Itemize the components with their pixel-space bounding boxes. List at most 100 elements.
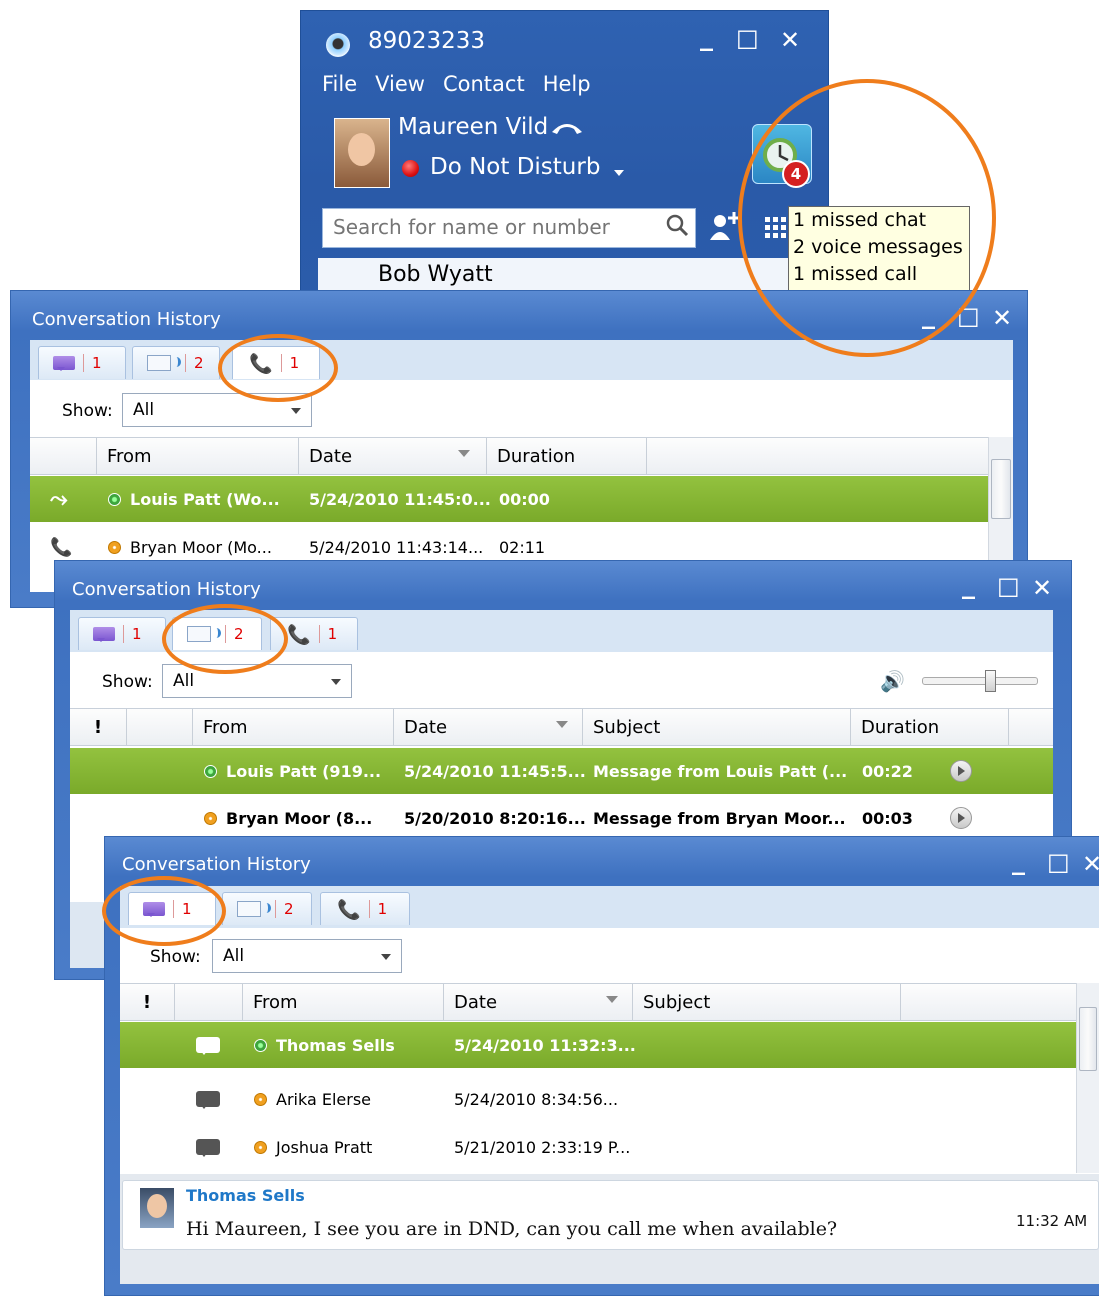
tooltip-missed-chat: 1 missed chat xyxy=(793,209,927,231)
chevron-down-icon xyxy=(331,679,341,690)
preview-message: Hi Maureen, I see you are in DND, can yo… xyxy=(186,1218,838,1240)
volume-icon: 🔊 xyxy=(880,669,905,693)
dnd-status-icon xyxy=(402,160,419,177)
column-from[interactable]: From xyxy=(242,984,443,1020)
show-filter-select[interactable]: All xyxy=(122,393,312,427)
presence-away-icon xyxy=(204,811,217,825)
menu-view[interactable]: View xyxy=(375,72,425,96)
column-duration[interactable]: Duration xyxy=(486,438,646,474)
sort-arrow-icon xyxy=(556,721,568,734)
show-filter-select[interactable]: All xyxy=(212,939,402,973)
user-name: Maureen Vild xyxy=(398,114,549,140)
chat-bubble-icon xyxy=(196,1139,220,1157)
avatar[interactable] xyxy=(334,118,390,188)
maximize-button[interactable]: □ xyxy=(736,24,759,52)
column-date[interactable]: Date xyxy=(443,984,632,1020)
column-importance[interactable]: ! xyxy=(70,709,126,745)
phone-icon: 📞 xyxy=(337,898,361,921)
presence-away-icon xyxy=(254,1140,267,1154)
tab-voicemail[interactable]: 2 xyxy=(172,617,262,650)
chevron-down-icon[interactable] xyxy=(614,170,624,181)
column-subject[interactable]: Subject xyxy=(582,709,850,745)
presence-available-icon xyxy=(108,492,121,506)
tab-calls[interactable]: 📞 1 xyxy=(320,892,410,925)
tab-voicemail[interactable]: 2 xyxy=(222,892,312,925)
chat-bubble-icon xyxy=(196,1091,220,1109)
table-row[interactable]: Arika Elerse 5/24/2010 8:34:56... xyxy=(120,1076,1076,1122)
menu-contact[interactable]: Contact xyxy=(443,72,525,96)
close-button[interactable]: ✕ xyxy=(1082,850,1099,878)
minimize-button[interactable]: _ xyxy=(962,570,975,600)
tab-calls[interactable]: 📞 1 xyxy=(270,617,358,650)
scrollbar[interactable] xyxy=(1076,983,1099,1173)
add-contact-icon[interactable] xyxy=(708,210,742,240)
contact-name: Bob Wyatt xyxy=(378,262,493,287)
tab-chats[interactable]: 1 xyxy=(38,346,126,379)
chat-bubble-icon xyxy=(196,1037,220,1055)
window-title: 89023233 xyxy=(368,28,486,54)
table-row[interactable]: Thomas Sells 5/24/2010 11:32:3... xyxy=(120,1022,1076,1068)
tab-voicemail[interactable]: 2 xyxy=(132,346,220,379)
slider-handle[interactable] xyxy=(985,670,996,692)
chat-table-header: ! From Date Subject xyxy=(120,983,1076,1021)
phone-icon: 📞 xyxy=(287,623,311,646)
minimize-button[interactable]: _ xyxy=(1012,846,1025,876)
chat-icon xyxy=(93,627,115,642)
maximize-button[interactable]: □ xyxy=(957,302,980,330)
notification-tooltip: 1 missed chat 2 voice messages 1 missed … xyxy=(788,206,970,292)
column-importance[interactable]: ! xyxy=(120,984,174,1020)
handset-icon xyxy=(552,124,582,134)
show-label: Show: xyxy=(150,947,201,967)
show-label: Show: xyxy=(62,401,113,421)
close-button[interactable]: ✕ xyxy=(992,304,1012,332)
maximize-button[interactable]: □ xyxy=(997,572,1020,600)
column-date[interactable]: Date xyxy=(393,709,582,745)
avatar xyxy=(140,1188,174,1228)
column-subject[interactable]: Subject xyxy=(632,984,900,1020)
volume-slider[interactable] xyxy=(922,670,1038,692)
tooltip-missed-call: 1 missed call xyxy=(793,263,918,285)
column-from[interactable]: From xyxy=(192,709,393,745)
close-button[interactable]: ✕ xyxy=(780,26,800,54)
minimize-button[interactable]: _ xyxy=(700,22,713,52)
table-row[interactable]: Louis Patt (919... 5/24/2010 11:45:5... … xyxy=(70,748,1053,794)
app-logo-icon xyxy=(326,33,350,57)
table-row[interactable]: Joshua Pratt 5/21/2010 2:33:19 P... xyxy=(120,1124,1076,1170)
menu-bar: File View Contact Help xyxy=(322,72,591,96)
table-row[interactable]: Bryan Moor (8... 5/20/2010 8:20:16... Me… xyxy=(70,796,1053,840)
column-duration[interactable]: Duration xyxy=(850,709,1008,745)
voicemail-icon xyxy=(187,626,221,642)
chevron-down-icon xyxy=(381,954,391,965)
chat-icon xyxy=(143,902,165,917)
calls-table-header: From Date Duration xyxy=(30,437,988,475)
sort-arrow-icon xyxy=(606,996,618,1009)
voicemail-table-header: ! From Date Subject Duration xyxy=(70,708,1053,746)
show-label: Show: xyxy=(102,672,153,692)
tab-chats[interactable]: 1 xyxy=(78,617,166,650)
search-input[interactable] xyxy=(323,209,663,245)
preview-time: 11:32 AM xyxy=(1016,1212,1088,1230)
chat-icon xyxy=(53,356,75,371)
search-field[interactable] xyxy=(322,208,696,248)
show-filter-select[interactable]: All xyxy=(162,664,352,698)
presence-available-icon xyxy=(254,1038,267,1052)
tooltip-voice-messages: 2 voice messages xyxy=(793,236,963,258)
tab-calls[interactable]: 📞 1 xyxy=(232,346,320,379)
minimize-button[interactable]: _ xyxy=(922,300,935,330)
phone-icon: 📞 xyxy=(249,352,273,375)
tab-chats[interactable]: 1 xyxy=(128,892,216,925)
search-icon[interactable] xyxy=(664,212,690,238)
close-button[interactable]: ✕ xyxy=(1032,574,1052,602)
presence-away-icon xyxy=(108,540,121,554)
presence-status[interactable]: Do Not Disturb xyxy=(430,154,600,180)
menu-help[interactable]: Help xyxy=(543,72,591,96)
window-title: Conversation History xyxy=(122,854,311,875)
column-from[interactable]: From xyxy=(96,438,298,474)
dialpad-icon[interactable] xyxy=(764,216,788,240)
maximize-button[interactable]: □ xyxy=(1047,848,1070,876)
play-icon[interactable] xyxy=(950,760,972,782)
menu-file[interactable]: File xyxy=(322,72,357,96)
table-row[interactable]: ⤳ Louis Patt (Wo... 5/24/2010 11:45:0...… xyxy=(30,476,988,522)
play-icon[interactable] xyxy=(950,807,972,829)
preview-sender: Thomas Sells xyxy=(186,1186,305,1205)
